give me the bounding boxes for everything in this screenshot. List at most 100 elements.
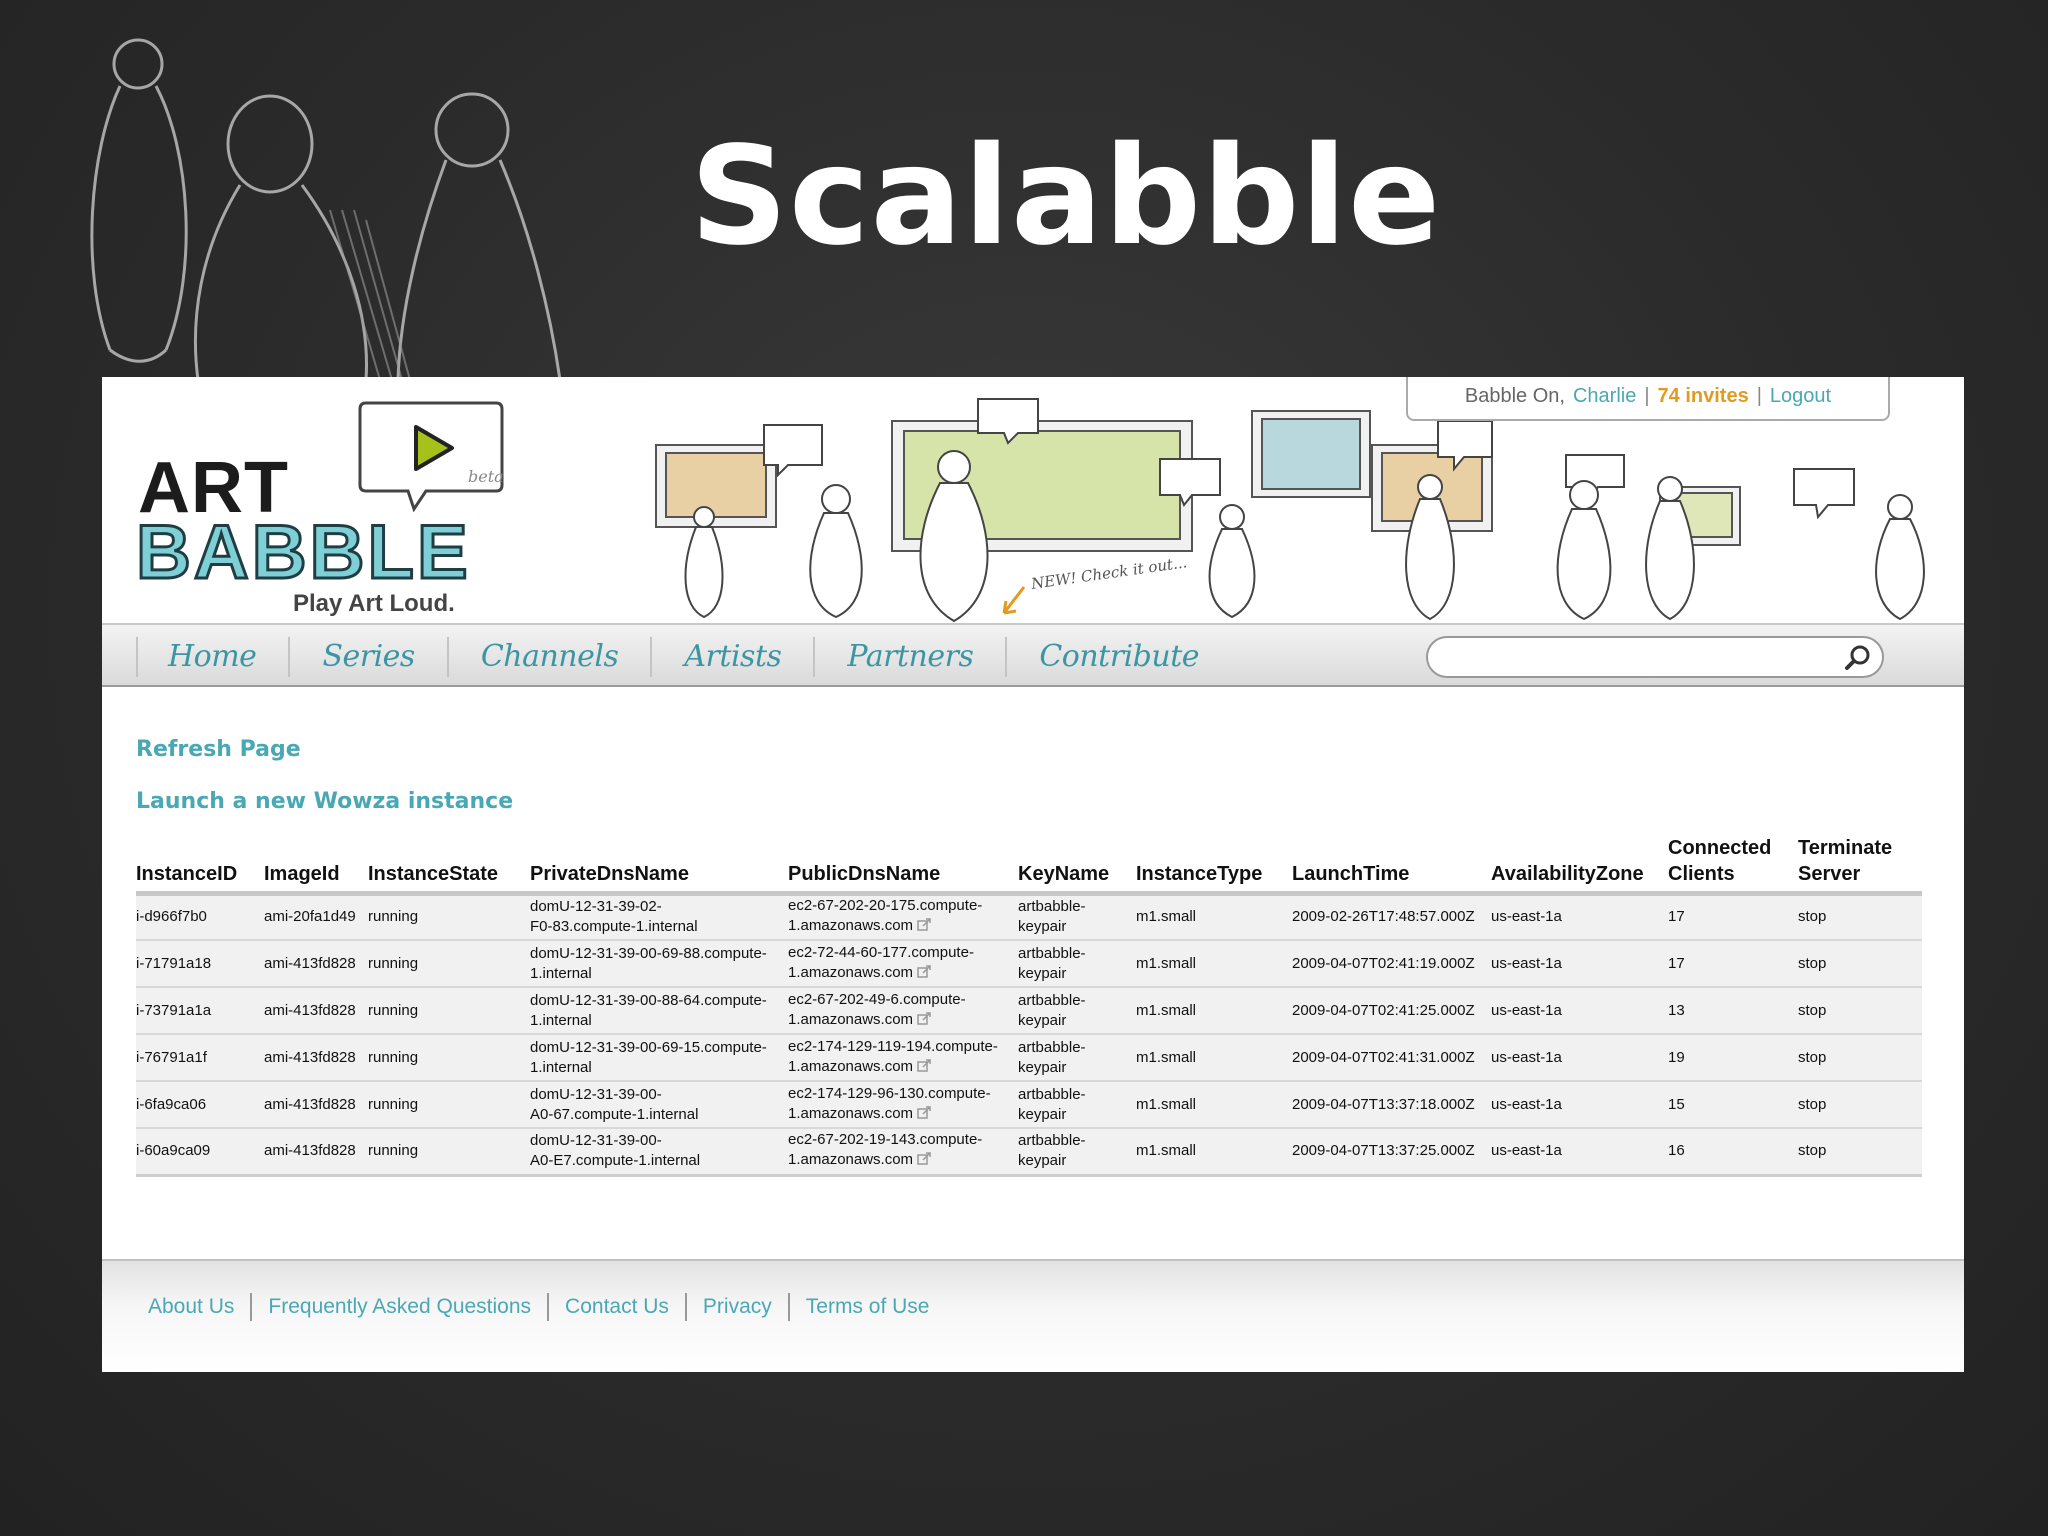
cell-key-name: artbabble-keypair: [1018, 1081, 1136, 1129]
cell-instance-id: i-d966f7b0: [136, 893, 264, 941]
text-line: A0-E7.compute-1.internal: [530, 1152, 701, 1170]
search-input[interactable]: [1444, 644, 1834, 670]
text-line: artbabble-: [1018, 991, 1086, 1009]
logout-link[interactable]: Logout: [1770, 385, 1831, 408]
nav-item-contribute[interactable]: Contribute: [1005, 637, 1231, 677]
external-link-icon[interactable]: [917, 1152, 931, 1172]
cell-instance-type: m1.small: [1136, 940, 1292, 988]
stop-link[interactable]: stop: [1798, 940, 1922, 988]
stop-link[interactable]: stop: [1798, 987, 1922, 1035]
stop-link[interactable]: stop: [1798, 893, 1922, 941]
table-row: i-76791a1f ami-413fd828 running domU-12-31-…: [136, 1034, 1922, 1082]
nav-item-series[interactable]: Series: [288, 637, 446, 677]
cell-instance-state: running: [368, 1081, 530, 1129]
cell-availability-zone: us-east-1a: [1491, 1034, 1668, 1082]
external-link-icon[interactable]: [917, 1011, 931, 1032]
site-header: beta ART BABBLE Play Art Loud. NEW! Chec…: [102, 377, 1964, 623]
footer-link-about[interactable]: About Us: [148, 1293, 250, 1321]
refresh-page-link[interactable]: Refresh Page: [136, 737, 301, 762]
nav-item-channels[interactable]: Channels: [446, 637, 651, 677]
screenshot-panel: beta ART BABBLE Play Art Loud. NEW! Chec…: [102, 377, 1964, 1372]
cell-image-id: ami-413fd828: [264, 1034, 368, 1082]
public-dns-link[interactable]: ec2-67-202-19-143.compute-: [788, 1131, 982, 1148]
header-line: Clients: [1668, 862, 1735, 885]
launch-instance-link[interactable]: Launch a new Wowza instance: [136, 789, 513, 814]
instances-table: InstanceID ImageId InstanceState Private…: [136, 833, 1922, 1177]
nav-item-partners[interactable]: Partners: [813, 637, 1005, 677]
footer-link-privacy[interactable]: Privacy: [684, 1293, 788, 1321]
cell-public-dns[interactable]: ec2-72-44-60-177.compute- 1.amazonaws.com: [788, 940, 1018, 988]
external-link-icon[interactable]: [917, 964, 931, 985]
stop-link[interactable]: stop: [1798, 1081, 1922, 1129]
public-dns-link[interactable]: 1.amazonaws.com: [788, 1011, 913, 1028]
footer-link-terms[interactable]: Terms of Use: [787, 1293, 946, 1321]
cell-public-dns[interactable]: ec2-67-202-20-175.compute- 1.amazonaws.co…: [788, 893, 1018, 941]
invites-link[interactable]: 74 invites: [1658, 385, 1749, 408]
header-line: Server: [1798, 862, 1861, 885]
public-dns-link[interactable]: ec2-174-129-119-194.compute-: [788, 1038, 998, 1055]
footer-link-contact[interactable]: Contact Us: [547, 1293, 685, 1321]
public-dns-link[interactable]: ec2-67-202-20-175.compute-: [788, 897, 982, 914]
cell-key-name: artbabble-keypair: [1018, 893, 1136, 941]
cell-private-dns: domU-12-31-39-00- A0-E7.compute-1.interna…: [530, 1128, 788, 1177]
col-header-instance-state: InstanceState: [368, 833, 530, 896]
header-line: Terminate: [1798, 836, 1893, 859]
cell-key-name: artbabble-keypair: [1018, 1128, 1136, 1177]
text-line: domU-12-31-39-00-88-64.compute-: [530, 991, 767, 1009]
public-dns-link[interactable]: ec2-174-129-96-130.compute-: [788, 1085, 991, 1102]
cell-launch-time: 2009-02-26T17:48:57.000Z: [1292, 893, 1491, 941]
external-link-icon[interactable]: [917, 1058, 931, 1079]
col-header-instance-type: InstanceType: [1136, 833, 1292, 896]
cell-instance-type: m1.small: [1136, 1081, 1292, 1129]
cell-private-dns: domU-12-31-39-02- F0-83.compute-1.interna…: [530, 893, 788, 941]
cell-public-dns[interactable]: ec2-67-202-19-143.compute- 1.amazonaws.co…: [788, 1128, 1018, 1177]
text-line: domU-12-31-39-00-: [530, 1132, 662, 1150]
col-header-connected-clients: Connected Clients: [1668, 833, 1798, 896]
text-line: keypair: [1018, 964, 1067, 982]
cell-public-dns[interactable]: ec2-67-202-49-6.compute- 1.amazonaws.com: [788, 987, 1018, 1035]
public-dns-link[interactable]: 1.amazonaws.com: [788, 1058, 913, 1075]
cell-image-id: ami-413fd828: [264, 940, 368, 988]
cell-launch-time: 2009-04-07T02:41:25.000Z: [1292, 987, 1491, 1035]
col-header-private-dns: PrivateDnsName: [530, 833, 788, 896]
text-line: 1.internal: [530, 1011, 592, 1029]
public-dns-link[interactable]: 1.amazonaws.com: [788, 917, 913, 934]
public-dns-link[interactable]: 1.amazonaws.com: [788, 964, 913, 981]
cell-image-id: ami-413fd828: [264, 1081, 368, 1129]
col-header-key-name: KeyName: [1018, 833, 1136, 896]
cell-public-dns[interactable]: ec2-174-129-96-130.compute- 1.amazonaws.c…: [788, 1081, 1018, 1129]
text-line: F0-83.compute-1.internal: [530, 918, 698, 936]
nav-item-home[interactable]: Home: [136, 637, 288, 677]
cell-instance-state: running: [368, 1034, 530, 1082]
stop-link[interactable]: stop: [1798, 1034, 1922, 1082]
text-line: domU-12-31-39-00-: [530, 1085, 662, 1103]
cell-private-dns: domU-12-31-39-00-69-88.compute- 1.interna…: [530, 940, 788, 988]
magnifier-icon[interactable]: [1844, 644, 1872, 672]
table-header-row: InstanceID ImageId InstanceState Private…: [136, 833, 1922, 896]
col-header-terminate-server: Terminate Server: [1798, 833, 1922, 896]
public-dns-link[interactable]: ec2-72-44-60-177.compute-: [788, 944, 974, 961]
cell-connected-clients: 13: [1668, 987, 1798, 1035]
col-header-availability-zone: AvailabilityZone: [1491, 833, 1668, 896]
public-dns-link[interactable]: 1.amazonaws.com: [788, 1105, 913, 1122]
cell-launch-time: 2009-04-07T13:37:25.000Z: [1292, 1128, 1491, 1177]
external-link-icon[interactable]: [917, 918, 931, 938]
cell-availability-zone: us-east-1a: [1491, 940, 1668, 988]
cell-launch-time: 2009-04-07T13:37:18.000Z: [1292, 1081, 1491, 1129]
table-row: i-6fa9ca06 ami-413fd828 running domU-12-31-…: [136, 1081, 1922, 1129]
cell-public-dns[interactable]: ec2-174-129-119-194.compute- 1.amazonaws.…: [788, 1034, 1018, 1082]
nav-item-artists[interactable]: Artists: [650, 637, 813, 677]
play-bubble-icon: beta: [358, 401, 504, 512]
cell-image-id: ami-413fd828: [264, 1128, 368, 1177]
footer-link-faq[interactable]: Frequently Asked Questions: [250, 1293, 547, 1321]
cell-connected-clients: 19: [1668, 1034, 1798, 1082]
public-dns-link[interactable]: ec2-67-202-49-6.compute-: [788, 991, 966, 1008]
stop-link[interactable]: stop: [1798, 1128, 1922, 1177]
username-link[interactable]: Charlie: [1573, 385, 1636, 408]
cell-instance-state: running: [368, 940, 530, 988]
cell-key-name: artbabble-keypair: [1018, 987, 1136, 1035]
text-line: A0-67.compute-1.internal: [530, 1105, 699, 1123]
search-box: [1426, 636, 1884, 678]
external-link-icon[interactable]: [917, 1105, 931, 1126]
public-dns-link[interactable]: 1.amazonaws.com: [788, 1151, 913, 1168]
